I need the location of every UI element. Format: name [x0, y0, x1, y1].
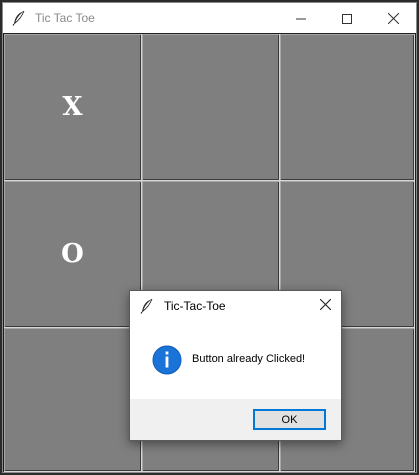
dialog-body: Button already Clicked! [130, 321, 341, 399]
info-icon [152, 345, 182, 375]
info-dialog: Tic-Tac-Toe Button already Clicked! OK [129, 290, 342, 441]
board-cell-r1c3[interactable] [280, 34, 415, 181]
close-button[interactable] [370, 3, 416, 33]
board-cell-r1c1[interactable]: X [4, 34, 142, 181]
maximize-icon [342, 9, 352, 28]
window-title: Tic Tac Toe [35, 11, 95, 25]
window-titlebar[interactable]: Tic Tac Toe [3, 3, 416, 33]
ok-button-label: OK [281, 413, 298, 426]
close-icon [319, 297, 331, 315]
close-icon [387, 9, 399, 28]
board-cell-r3c1[interactable] [4, 328, 142, 472]
feather-icon [139, 298, 155, 314]
dialog-message: Button already Clicked! [192, 353, 306, 365]
minimize-button[interactable] [278, 3, 324, 33]
board-cell-r1c2[interactable] [142, 34, 280, 181]
dialog-title: Tic-Tac-Toe [164, 299, 226, 313]
minimize-icon [296, 9, 306, 28]
maximize-button[interactable] [324, 3, 370, 33]
dialog-footer: OK [130, 399, 341, 440]
cell-mark: O [61, 239, 84, 269]
ok-button[interactable]: OK [253, 409, 326, 430]
board-cell-r2c1[interactable]: O [4, 181, 142, 328]
feather-icon [11, 10, 27, 26]
dialog-titlebar[interactable]: Tic-Tac-Toe [130, 291, 341, 321]
cell-mark: X [62, 92, 83, 122]
dialog-close-button[interactable] [309, 291, 341, 321]
